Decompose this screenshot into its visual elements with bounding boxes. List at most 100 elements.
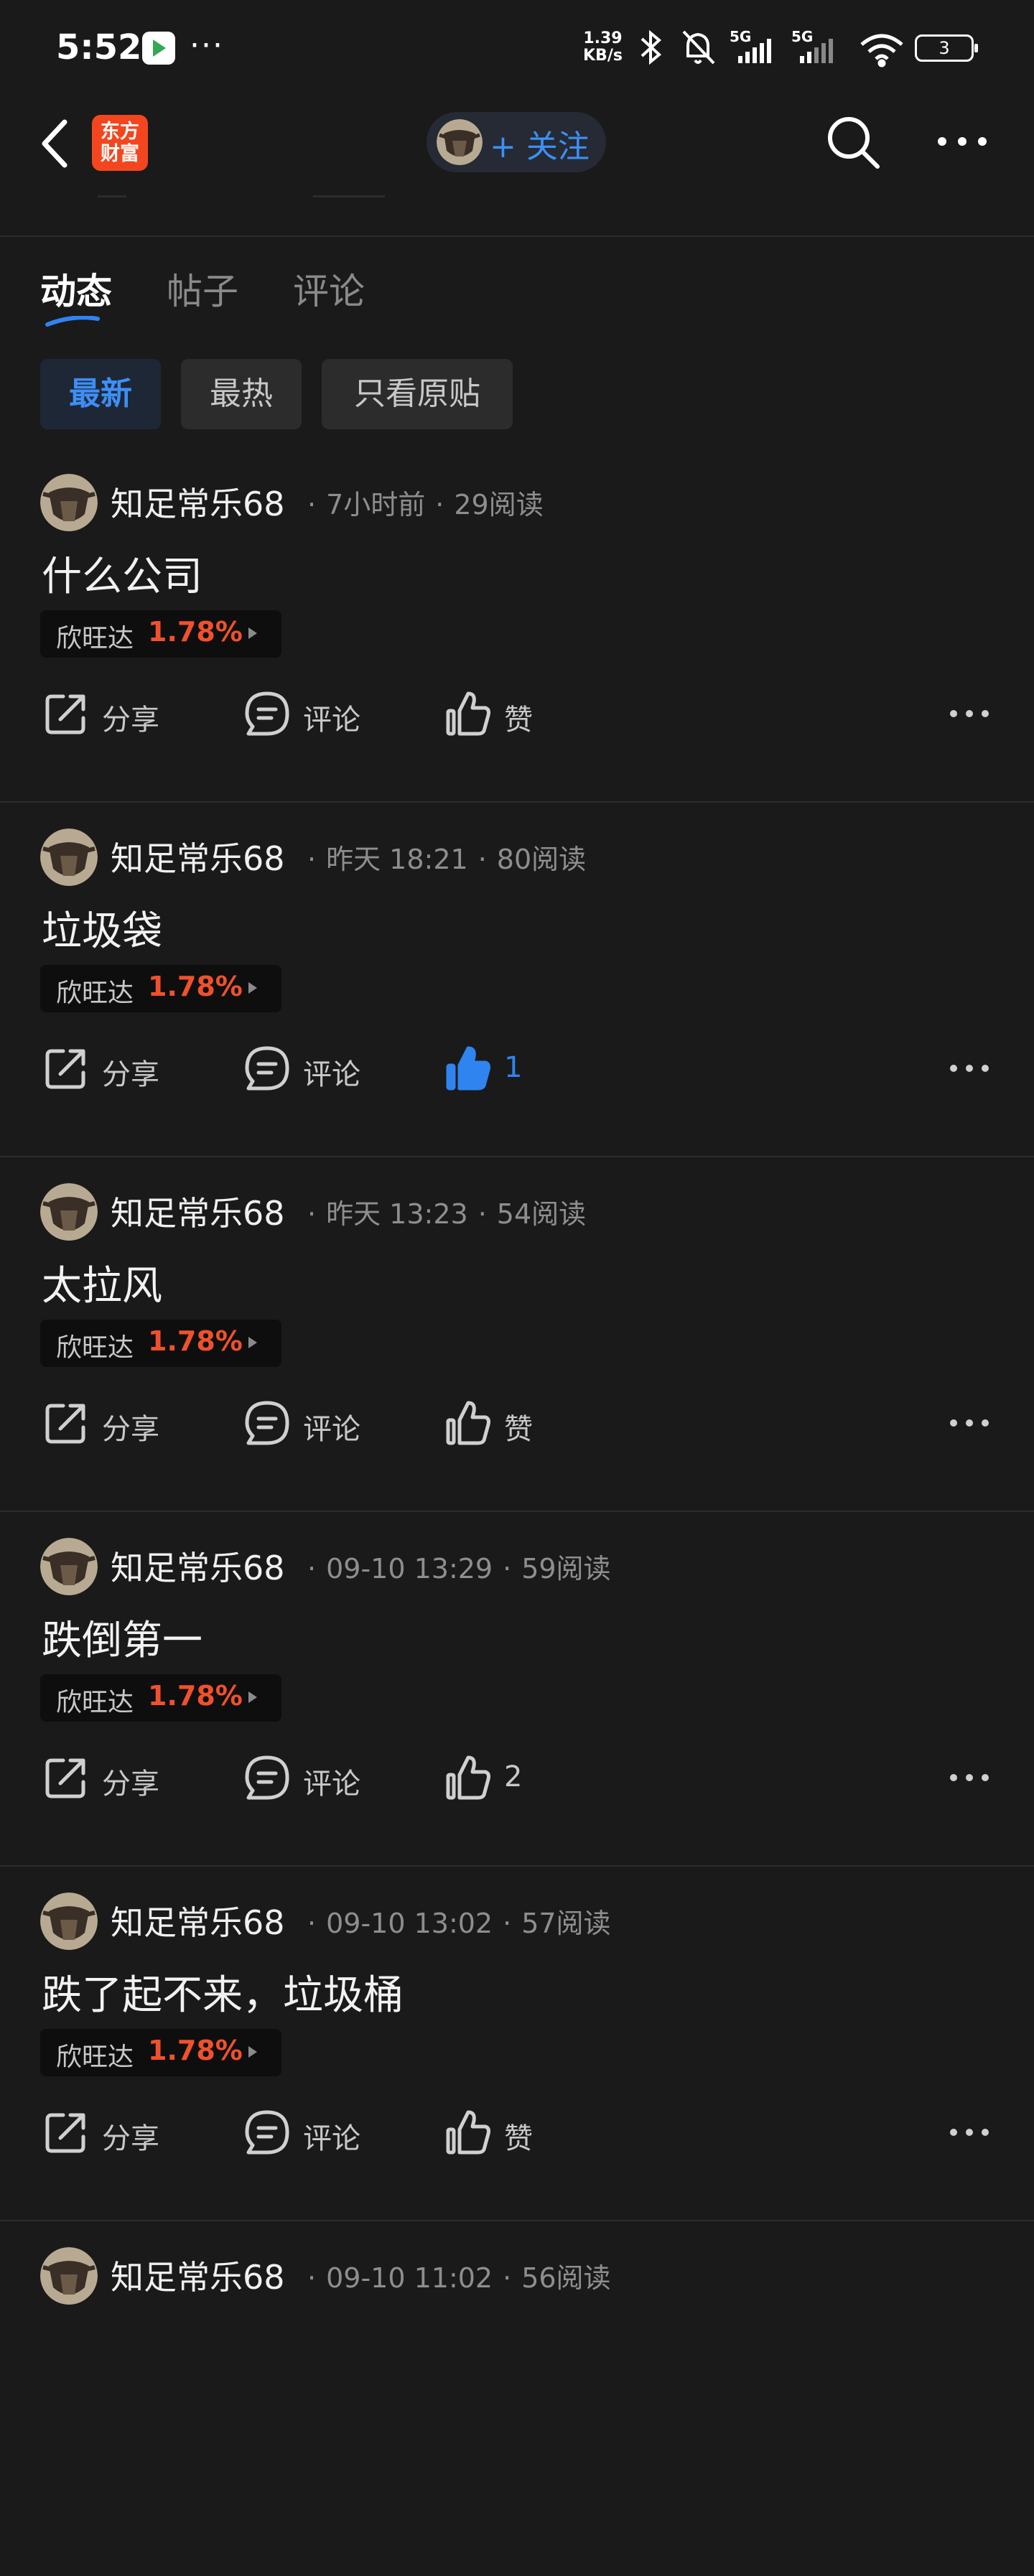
stock-change-percent: 1.78% — [148, 971, 243, 1002]
thumbs-up-icon — [446, 1755, 490, 1800]
meta-separator: · — [435, 489, 444, 521]
author-name[interactable]: 知足常乐68 — [111, 1542, 285, 1590]
follow-button-label: + 关注 — [490, 129, 590, 165]
comment-label: 评论 — [303, 704, 360, 737]
cellular-signal-icon: 5G — [730, 28, 771, 63]
post-reads: 54阅读 — [496, 1198, 587, 1230]
share-icon — [45, 2113, 85, 2153]
share-label: 分享 — [102, 2122, 159, 2155]
post-time: 09-10 13:02 — [326, 1908, 493, 1939]
post-more-icon[interactable] — [948, 2118, 991, 2147]
share-icon — [45, 1049, 85, 1089]
post-time: 09-10 13:29 — [326, 1553, 493, 1585]
post-meta: · 09-10 13:02 · 57阅读 — [297, 1901, 611, 1941]
meta-separator: · — [478, 844, 487, 875]
post-card[interactable]: 知足常乐68 · 昨天 18:21 · 80阅读 垃圾袋 欣旺达 1.78% 分享 评… — [0, 803, 1034, 1157]
meta-separator: · — [307, 1553, 317, 1585]
author-avatar[interactable] — [40, 2247, 98, 2305]
app-logo[interactable]: 东方 财富 — [92, 115, 148, 171]
post-more-icon[interactable] — [948, 1054, 991, 1083]
post-card[interactable]: 知足常乐68 · 09-10 13:29 · 59阅读 跌倒第一 欣旺达 1.78% … — [0, 1512, 1034, 1867]
post-more-icon[interactable] — [948, 1409, 991, 1437]
stock-name: 欣旺达 — [56, 979, 134, 1008]
thumbs-up-icon — [446, 1046, 490, 1091]
post-reads: 56阅读 — [521, 2262, 611, 2294]
post-time: 昨天 18:21 — [326, 844, 468, 875]
comment-label: 评论 — [303, 1058, 360, 1091]
search-icon[interactable] — [824, 113, 882, 171]
wifi-icon — [860, 34, 903, 67]
post-time: 09-10 11:02 — [326, 2262, 493, 2294]
status-icons: 5G 5G — [641, 28, 903, 67]
mute-bell-icon — [682, 30, 715, 65]
stock-tag[interactable]: 欣旺达 1.78% — [40, 1674, 281, 1722]
filter-hottest[interactable]: 最热 — [181, 359, 302, 429]
network-speed: 1.39 KB/s — [583, 30, 623, 65]
meta-separator: · — [307, 1908, 317, 1939]
stock-tag[interactable]: 欣旺达 1.78% — [40, 965, 281, 1012]
battery-icon: 3 — [915, 34, 978, 62]
post-meta: · 09-10 13:29 · 59阅读 — [297, 1546, 611, 1586]
thumbs-up-icon — [446, 1401, 490, 1445]
author-avatar[interactable] — [40, 1183, 98, 1241]
post-time: 昨天 13:23 — [326, 1198, 468, 1230]
post-card[interactable]: 知足常乐68 · 09-10 13:02 · 57阅读 跌了起不来，垃圾桶 欣旺达 1… — [0, 1867, 1034, 2221]
play-arrow-icon — [248, 982, 257, 994]
post-meta: · 7小时前 · 29阅读 — [297, 482, 544, 522]
comment-label: 评论 — [303, 1768, 360, 1801]
author-name[interactable]: 知足常乐68 — [111, 478, 285, 526]
stock-change-percent: 1.78% — [148, 616, 243, 648]
more-options-icon[interactable] — [933, 123, 991, 159]
meta-separator: · — [307, 844, 317, 875]
filter-latest[interactable]: 最新 — [40, 359, 161, 429]
meta-separator: · — [478, 1198, 487, 1230]
post-content[interactable]: 什么公司 — [42, 544, 202, 602]
tab-dynamic[interactable]: 动态 — [40, 263, 112, 314]
author-avatar[interactable] — [40, 474, 98, 531]
post-card[interactable]: 知足常乐68 · 7小时前 · 29阅读 什么公司 欣旺达 1.78% 分享 评论 — [0, 448, 1034, 803]
author-avatar[interactable] — [40, 1538, 98, 1595]
play-arrow-icon — [248, 1691, 257, 1703]
filter-original-only[interactable]: 只看原贴 — [322, 359, 513, 429]
author-name[interactable]: 知足常乐68 — [111, 1897, 285, 1944]
cellular-signal-icon: 5G — [791, 28, 833, 63]
author-avatar[interactable] — [40, 829, 98, 886]
stock-name: 欣旺达 — [56, 1333, 134, 1363]
status-time: 5:52 — [56, 27, 142, 67]
stock-change-percent: 1.78% — [148, 1325, 243, 1357]
post-more-icon[interactable] — [948, 1763, 991, 1792]
author-name[interactable]: 知足常乐68 — [111, 833, 285, 880]
collapsed-header-remnant — [313, 195, 385, 197]
post-content[interactable]: 跌倒第一 — [42, 1608, 202, 1666]
author-avatar[interactable] — [40, 1893, 98, 1950]
post-content[interactable]: 跌了起不来，垃圾桶 — [42, 1963, 404, 2021]
post-reads: 59阅读 — [521, 1553, 611, 1585]
post-meta: · 昨天 13:23 · 54阅读 — [297, 1192, 586, 1231]
tab-comments[interactable]: 评论 — [293, 263, 365, 314]
signal-1-label: 5G — [730, 28, 751, 45]
share-icon — [45, 1758, 85, 1798]
post-content[interactable]: 太拉风 — [42, 1254, 162, 1312]
stock-tag[interactable]: 欣旺达 1.78% — [40, 1320, 281, 1367]
post-more-icon[interactable] — [948, 699, 991, 728]
comment-icon — [245, 1755, 289, 1800]
comment-label: 评论 — [303, 1413, 360, 1446]
share-label: 分享 — [102, 1413, 159, 1446]
back-icon[interactable] — [36, 115, 79, 172]
stock-tag[interactable]: 欣旺达 1.78% — [40, 610, 281, 658]
signal-2-label: 5G — [791, 28, 813, 45]
tab-posts[interactable]: 帖子 — [167, 263, 238, 314]
post-card[interactable]: 知足常乐68 · 09-10 11:02 · 56阅读 — [0, 2221, 1034, 2576]
post-card[interactable]: 知足常乐68 · 昨天 13:23 · 54阅读 太拉风 欣旺达 1.78% 分享 评… — [0, 1157, 1034, 1512]
user-avatar — [437, 119, 483, 165]
like-label: 2 — [504, 1760, 523, 1793]
author-name[interactable]: 知足常乐68 — [111, 2251, 285, 2299]
stock-tag[interactable]: 欣旺达 1.78% — [40, 2029, 281, 2076]
post-meta: · 09-10 11:02 · 56阅读 — [297, 2256, 611, 2295]
thumbs-up-icon — [446, 691, 490, 736]
author-name[interactable]: 知足常乐68 — [111, 1187, 285, 1235]
status-more-indicator: ··· — [190, 27, 224, 64]
post-content[interactable]: 垃圾袋 — [42, 899, 162, 957]
comment-icon — [245, 691, 289, 736]
network-speed-unit: KB/s — [583, 47, 623, 65]
